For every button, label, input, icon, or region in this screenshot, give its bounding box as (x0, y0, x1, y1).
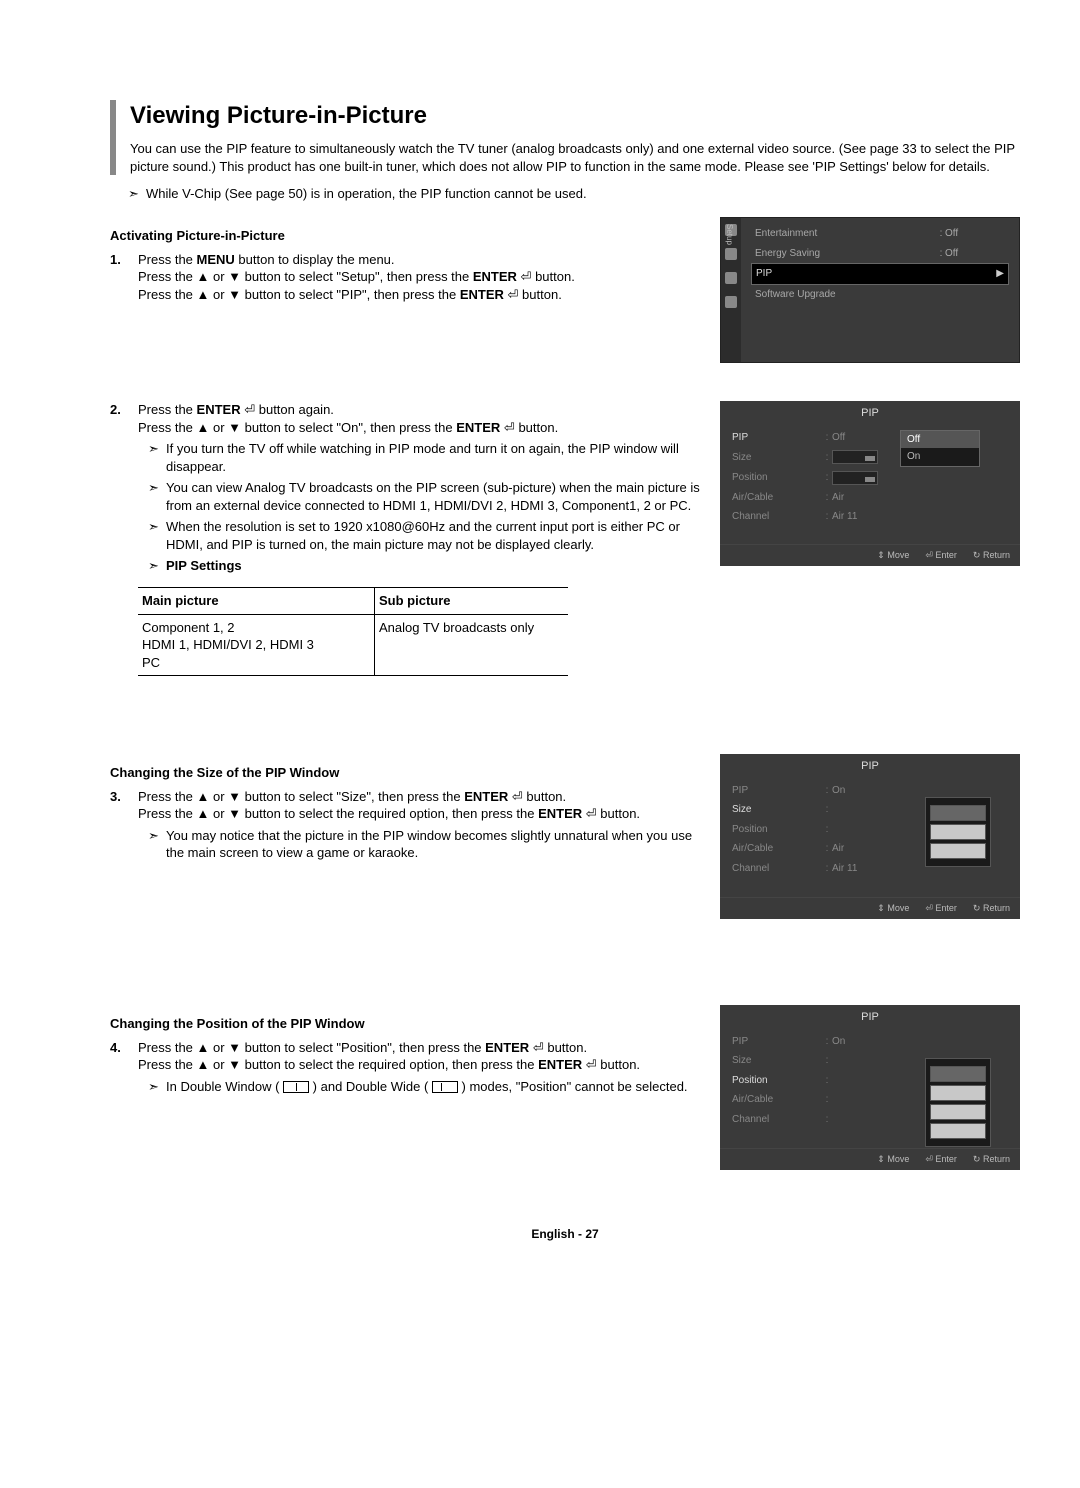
note-icon: ➣ (148, 557, 166, 575)
updown-icon: ⇕ (877, 903, 885, 913)
size-option-icon[interactable] (930, 824, 986, 840)
double-window-icon (283, 1081, 309, 1093)
note-icon: ➣ (148, 1078, 166, 1096)
enter-icon: ⏎ (508, 287, 519, 302)
enter-icon: ⏎ (512, 789, 523, 804)
osd-sidebar: Setup (721, 218, 741, 362)
size-options-panel[interactable] (925, 797, 991, 867)
position-options-panel[interactable] (925, 1058, 991, 1147)
intro-text: You can use the PIP feature to simultane… (130, 140, 1020, 175)
updown-icon: ⇕ (877, 550, 885, 560)
step-1: 1. Press the MENU button to display the … (110, 251, 700, 304)
size-option-icon[interactable] (930, 843, 986, 859)
position-option-icon[interactable] (930, 1085, 986, 1101)
return-icon: ↻ (973, 550, 981, 560)
top-note: ➣ While V-Chip (See page 50) is in opera… (128, 185, 1020, 203)
position-option-icon[interactable] (930, 1104, 986, 1120)
position-icon (832, 471, 878, 485)
enter-icon: ⏎ (925, 550, 933, 560)
menu-row-selected[interactable]: PIP▶ (751, 263, 1009, 285)
menu-row[interactable]: Entertainment:Off (751, 224, 1009, 244)
osd-pip-position: PIP PIP:On Size: Position: Air/Cable: Ch… (720, 1005, 1020, 1170)
section-size: Changing the Size of the PIP Window 3. P… (110, 754, 1020, 935)
note-icon: ➣ (148, 479, 166, 514)
page-title: Viewing Picture-in-Picture (130, 100, 1020, 132)
enter-icon: ⏎ (504, 420, 515, 435)
section-step2: 2. Press the ENTER ⏎ button again. Press… (110, 401, 1020, 684)
note-icon: ➣ (148, 440, 166, 475)
menu-row[interactable]: Energy Saving:Off (751, 244, 1009, 264)
double-wide-icon (432, 1081, 458, 1093)
help-bar: ⇕ Move ⏎ Enter ↻ Return (720, 897, 1020, 919)
sidebar-icon (725, 248, 737, 260)
step-2: 2. Press the ENTER ⏎ button again. Press… (110, 401, 700, 579)
menu-row[interactable]: Air/Cable:Air (732, 488, 1008, 508)
chevron-right-icon: ▶ (996, 267, 1004, 281)
menu-row[interactable]: PIP:On (732, 1032, 1008, 1052)
step-4: 4. Press the ▲ or ▼ button to select "Po… (110, 1039, 700, 1100)
help-bar: ⇕ Move ⏎ Enter ↻ Return (720, 1148, 1020, 1170)
osd-pip-onoff: PIP PIP:Off Size: Position: Air/Cable:Ai… (720, 401, 1020, 566)
enter-icon: ⏎ (533, 1040, 544, 1055)
page-footer: English - 27 (110, 1226, 1020, 1242)
note-icon: ➣ (148, 518, 166, 553)
section-position: Changing the Position of the PIP Window … (110, 1005, 1020, 1186)
return-icon: ↻ (973, 903, 981, 913)
osd-setup: Setup Entertainment:Off Energy Saving:Of… (720, 217, 1020, 363)
pip-settings-table: Main pictureSub picture Component 1, 2HD… (138, 587, 568, 676)
size-icon (832, 450, 878, 464)
subhead-activating: Activating Picture-in-Picture (110, 227, 700, 245)
note-icon: ➣ (128, 185, 146, 203)
note-icon: ➣ (148, 827, 166, 862)
subhead-size: Changing the Size of the PIP Window (110, 764, 700, 782)
top-note-text: While V-Chip (See page 50) is in operati… (146, 185, 587, 203)
enter-icon: ⏎ (586, 1057, 597, 1072)
section-activating: Activating Picture-in-Picture 1. Press t… (110, 217, 1020, 381)
enter-icon: ⏎ (925, 903, 933, 913)
title-block: Viewing Picture-in-Picture You can use t… (110, 100, 1020, 175)
enter-icon: ⏎ (521, 269, 532, 284)
menu-row[interactable]: Position: (732, 468, 1008, 488)
sidebar-icon (725, 272, 737, 284)
enter-icon: ⏎ (586, 806, 597, 821)
help-bar: ⇕ Move ⏎ Enter ↻ Return (720, 544, 1020, 566)
menu-row[interactable]: Channel:Air 11 (732, 507, 1008, 527)
return-icon: ↻ (973, 1154, 981, 1164)
osd-pip-size: PIP PIP:On Size: Position: Air/Cable:Air… (720, 754, 1020, 919)
dropdown-onoff[interactable]: Off On (900, 430, 980, 467)
step-3: 3. Press the ▲ or ▼ button to select "Si… (110, 788, 700, 866)
enter-icon: ⏎ (925, 1154, 933, 1164)
subhead-position: Changing the Position of the PIP Window (110, 1015, 700, 1033)
sidebar-icon (725, 296, 737, 308)
position-option-icon[interactable] (930, 1123, 986, 1139)
enter-icon: ⏎ (244, 402, 255, 417)
menu-row[interactable]: Software Upgrade (751, 285, 1009, 305)
updown-icon: ⇕ (877, 1154, 885, 1164)
size-option-icon[interactable] (930, 805, 986, 821)
position-option-icon[interactable] (930, 1066, 986, 1082)
